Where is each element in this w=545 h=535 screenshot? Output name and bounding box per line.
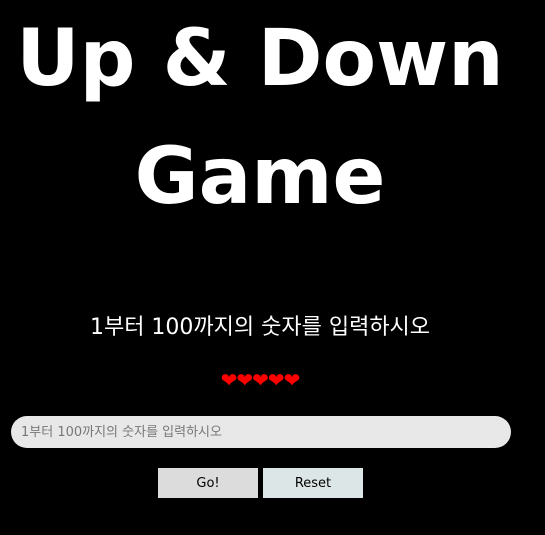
page-title: Up & Down Game: [0, 0, 520, 236]
heart-icon: ❤: [283, 368, 301, 392]
heart-icon: ❤: [267, 368, 285, 392]
instruction-text: 1부터 100까지의 숫자를 입력하시오: [89, 315, 431, 340]
number-input[interactable]: [11, 416, 511, 448]
heart-icon: ❤: [252, 368, 269, 392]
lives-indicator: ❤❤❤❤❤: [0, 366, 520, 394]
input-container: [11, 416, 511, 448]
heart-icon: ❤: [220, 368, 238, 392]
reset-button[interactable]: Reset: [263, 468, 363, 498]
go-button[interactable]: Go!: [158, 468, 258, 498]
title-line-2: Game: [134, 132, 386, 222]
title-line-1: Up & Down: [16, 14, 504, 104]
heart-icon: ❤: [236, 368, 253, 392]
